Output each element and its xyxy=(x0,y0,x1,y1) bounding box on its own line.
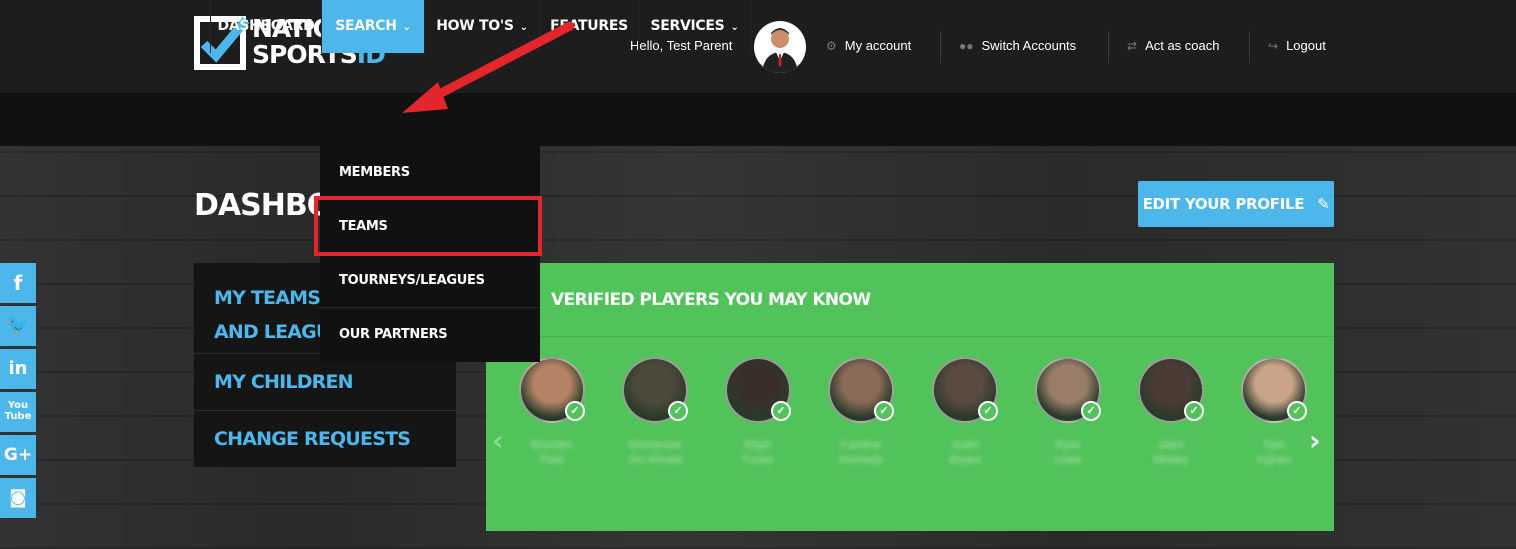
verified-check-icon: ✓ xyxy=(978,401,998,421)
menu-item-members[interactable]: MEMBERS xyxy=(320,146,540,200)
player-card[interactable]: ✓ xyxy=(1035,357,1101,423)
player-name: Emmanuel Jim Ahmed xyxy=(627,439,683,466)
verified-check-icon: ✓ xyxy=(1287,401,1307,421)
logout-icon: ↪ xyxy=(1268,39,1279,53)
player-card[interactable]: ✓ xyxy=(828,357,894,423)
player-name: Jalen Mosley xyxy=(1153,439,1189,466)
teams-highlight-box xyxy=(314,196,542,256)
verified-check-icon: ✓ xyxy=(565,401,585,421)
page-title: DASHBOARD xyxy=(194,188,320,223)
edit-icon: ✎ xyxy=(1317,195,1330,213)
nav-dashboard[interactable]: DASHBOARD xyxy=(210,0,321,53)
player-card[interactable]: ✓ xyxy=(1138,357,1204,423)
player-name: Justin Bryant xyxy=(949,439,981,466)
player-name: Ryan Lewis xyxy=(1053,439,1083,466)
logout-link[interactable]: ↪ Logout xyxy=(1268,38,1326,53)
verified-check-icon: ✓ xyxy=(874,401,894,421)
instagram-icon[interactable]: ◙ xyxy=(0,478,36,518)
sidebar-item-children[interactable]: MY CHILDREN xyxy=(194,354,456,411)
player-name: Brandon Field xyxy=(531,439,573,466)
switch-accounts-link[interactable]: ●● Switch Accounts xyxy=(959,38,1076,53)
swap-icon: ⇄ xyxy=(1127,39,1138,53)
google-plus-icon[interactable]: G+ xyxy=(0,435,36,475)
gear-icon: ⚙ xyxy=(826,39,837,53)
player-card[interactable]: ✓ xyxy=(932,357,998,423)
chevron-down-icon: ⌄ xyxy=(730,22,739,33)
users-icon: ●● xyxy=(959,39,974,53)
menu-item-partners[interactable]: OUR PARTNERS xyxy=(320,308,540,362)
player-name: Elijah Tucker xyxy=(741,439,775,466)
nav-services[interactable]: SERVICES ⌄ xyxy=(638,0,751,53)
player-card[interactable]: ✓ xyxy=(1241,357,1307,423)
linkedin-icon[interactable]: in xyxy=(0,349,36,389)
sidebar-item-change-requests[interactable]: CHANGE REQUESTS xyxy=(194,411,456,467)
user-avatar[interactable] xyxy=(754,21,806,73)
divider xyxy=(940,31,941,63)
divider xyxy=(1249,31,1250,63)
carousel-prev-icon[interactable]: ‹ xyxy=(492,424,504,457)
player-card[interactable]: ✓ xyxy=(519,357,585,423)
my-account-link[interactable]: ⚙ My account xyxy=(826,38,911,53)
edit-profile-button[interactable]: EDIT YOUR PROFILE ✎ xyxy=(1138,181,1334,227)
player-name: Caroline Kennedy xyxy=(839,439,883,466)
player-name: Tyler Ingram xyxy=(1256,439,1292,466)
verified-check-icon: ✓ xyxy=(1081,401,1101,421)
main-nav xyxy=(0,93,1516,146)
facebook-icon[interactable]: f xyxy=(0,263,36,303)
menu-item-tourneys[interactable]: TOURNEYS/LEAGUES xyxy=(320,254,540,308)
verified-check-icon: ✓ xyxy=(771,401,791,421)
youtube-icon[interactable]: You Tube xyxy=(0,392,36,432)
act-as-coach-link[interactable]: ⇄ Act as coach xyxy=(1127,38,1220,53)
twitter-icon[interactable]: 🐦 xyxy=(0,306,36,346)
panel-title: VERIFIED PLAYERS YOU MAY KNOW xyxy=(551,290,871,310)
player-card[interactable]: ✓ xyxy=(725,357,791,423)
verified-check-icon: ✓ xyxy=(1184,401,1204,421)
verified-check-icon: ✓ xyxy=(668,401,688,421)
divider xyxy=(1108,31,1109,63)
annotation-arrow-icon xyxy=(402,21,575,113)
player-card[interactable]: ✓ xyxy=(622,357,688,423)
